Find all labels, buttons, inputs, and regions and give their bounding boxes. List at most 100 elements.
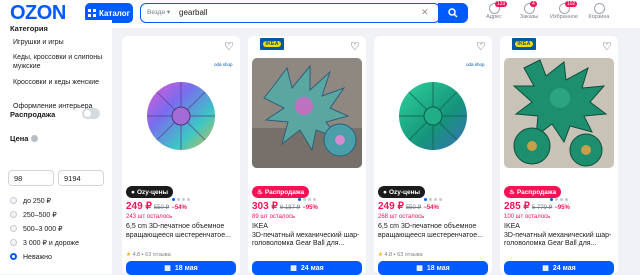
product-image[interactable] <box>378 58 488 168</box>
delivery-button[interactable]: ▦ 24 мая <box>252 261 362 275</box>
seller-tag: oda shop <box>466 62 485 67</box>
price: 249 ₽550 ₽ −54% <box>378 201 439 212</box>
product-title[interactable]: 6,5 cm 3D-печатное объемное вращающееся … <box>126 223 238 240</box>
info-icon[interactable] <box>31 135 39 142</box>
promo-badge: ♨ Распродажа <box>252 186 310 198</box>
count-badge: 4 <box>530 1 537 7</box>
radio-selected-icon <box>10 253 17 260</box>
product-card[interactable]: IKEA ♡ ♨ Распродажа 285 ₽5 779 ₽ −95% 100 шт о… <box>500 36 618 275</box>
price-from-input[interactable]: 98 <box>8 170 54 186</box>
ikea-logo: IKEA <box>512 38 536 50</box>
header-icon-label: Адрес <box>486 14 502 20</box>
price-range-option[interactable]: до 250 ₽ <box>10 197 51 205</box>
brand: IKEA <box>252 223 268 230</box>
radio-icon <box>10 225 17 232</box>
old-price: 5 779 ₽ <box>531 205 553 211</box>
ozy-icon: ● <box>131 188 135 196</box>
product-card[interactable]: IKEA ♡ ♨ Распродажа 303 ₽6 187 ₽ −95% 89 шт ос… <box>248 36 366 275</box>
product-title[interactable]: IKEA 3D-печатный механический шар-головол… <box>504 223 616 249</box>
calendar-icon: ▦ <box>416 265 423 272</box>
search-input[interactable]: gearball <box>179 8 207 17</box>
category-link[interactable]: Кеды, кроссовки и слипоны мужские <box>13 53 108 71</box>
favorite-heart-icon[interactable]: ♡ <box>224 40 234 53</box>
search-button[interactable] <box>438 3 468 23</box>
delivery-button[interactable]: ▦ 18 мая <box>126 261 236 275</box>
promo-badge: ♨ Распродажа <box>504 186 562 198</box>
search-icon <box>448 8 458 18</box>
ikea-logo: IKEA <box>260 38 284 50</box>
header-box-button[interactable]: 4 Заказы <box>511 1 547 20</box>
stock-left: 89 шт осталось <box>252 214 295 220</box>
stock-left: 100 шт осталось <box>504 214 551 220</box>
product-card[interactable]: ♡ oda shop ● Ozy-цены 249 ₽550 ₽ −54% 243 шт о… <box>122 36 240 275</box>
fire-icon: ♨ <box>257 189 263 196</box>
discount: −54% <box>171 205 187 211</box>
brand: IKEA <box>504 223 520 230</box>
reviews-icon: ▪ <box>393 252 396 258</box>
price: 249 ₽550 ₽ −54% <box>126 201 187 212</box>
price-title: Цена <box>10 134 39 143</box>
calendar-icon: ▦ <box>164 265 171 272</box>
product-title[interactable]: IKEA 3D-печатный механический шар-головол… <box>252 223 364 249</box>
sale-filter-label: Распродажа <box>10 110 56 119</box>
category-link[interactable]: Игрушки и игры <box>13 38 108 47</box>
price-range-option[interactable]: 250–500 ₽ <box>10 211 57 219</box>
radio-icon <box>10 211 17 218</box>
old-price: 6 187 ₽ <box>279 205 301 211</box>
price-range-option[interactable]: 500–3 000 ₽ <box>10 225 63 233</box>
favorite-heart-icon[interactable]: ♡ <box>476 40 486 53</box>
fire-icon: ♨ <box>509 189 515 196</box>
radio-icon <box>10 239 17 246</box>
header-icon-label: Корзина <box>588 14 610 20</box>
star-icon: ★ <box>378 252 383 258</box>
discount: −95% <box>554 205 570 211</box>
price-to-input[interactable]: 9194 <box>58 170 104 186</box>
search-box[interactable]: Везде ▾ gearball ✕ <box>140 3 440 23</box>
reviews-icon: ▪ <box>141 252 144 258</box>
rating: ★ 4.8 ▪ 63 отзыва <box>126 252 171 258</box>
sale-toggle[interactable] <box>82 108 100 119</box>
product-image[interactable] <box>504 58 614 168</box>
price: 303 ₽6 187 ₽ −95% <box>252 201 318 212</box>
search-scope-select[interactable]: Везде ▾ <box>147 8 170 16</box>
favorite-heart-icon[interactable]: ♡ <box>602 40 612 53</box>
category-link[interactable]: Кроссовки и кеды женские <box>13 78 108 87</box>
catalog-label: Каталог <box>99 8 130 18</box>
price-range-option[interactable]: 3 000 ₽ и дороже <box>10 239 79 247</box>
discount: −95% <box>302 205 318 211</box>
product-title[interactable]: 6,5 cm 3D-печатное объемное вращающееся … <box>378 223 490 240</box>
header-cart-button[interactable]: Корзина <box>581 3 617 20</box>
star-icon: ★ <box>126 252 131 258</box>
radio-icon <box>10 197 17 204</box>
old-price: 550 ₽ <box>153 205 170 211</box>
old-price: 550 ₽ <box>405 205 422 211</box>
stock-left: 268 шт осталось <box>378 214 425 220</box>
header-location-button[interactable]: 133 Адрес <box>476 1 512 20</box>
delivery-button[interactable]: ▦ 18 мая <box>378 261 488 275</box>
cart-icon <box>593 3 605 14</box>
count-badge: 133 <box>495 1 508 7</box>
rating: ★ 4.8 ▪ 63 отзыва <box>378 252 423 258</box>
price: 285 ₽5 779 ₽ −95% <box>504 201 570 212</box>
header-heart-button[interactable]: 102 Избранное <box>546 1 582 20</box>
filters-sidebar: Категория Игрушки и игры Кеды, кроссовки… <box>0 20 112 274</box>
favorite-heart-icon[interactable]: ♡ <box>350 40 360 53</box>
calendar-icon: ▦ <box>542 265 549 272</box>
product-image[interactable] <box>252 58 362 168</box>
count-badge: 102 <box>565 1 578 7</box>
product-card[interactable]: ♡ oda shop ● Ozy-цены 249 ₽550 ₽ −54% 268 шт о… <box>374 36 492 275</box>
discount: −54% <box>423 205 439 211</box>
price-range-option-selected[interactable]: Неважно <box>10 253 52 261</box>
header-icon-label: Избранное <box>550 14 578 20</box>
stock-left: 243 шт осталось <box>126 214 173 220</box>
ozy-icon: ● <box>383 188 387 196</box>
grid-icon <box>88 9 96 17</box>
promo-badge: ● Ozy-цены <box>126 186 174 198</box>
clear-icon[interactable]: ✕ <box>421 7 429 18</box>
seller-tag: oda shop <box>214 62 233 67</box>
delivery-button[interactable]: ▦ 24 мая <box>504 261 614 275</box>
calendar-icon: ▦ <box>290 265 297 272</box>
header-icon-label: Заказы <box>519 14 539 20</box>
product-image[interactable] <box>126 58 236 168</box>
category-title: Категория <box>10 24 48 33</box>
